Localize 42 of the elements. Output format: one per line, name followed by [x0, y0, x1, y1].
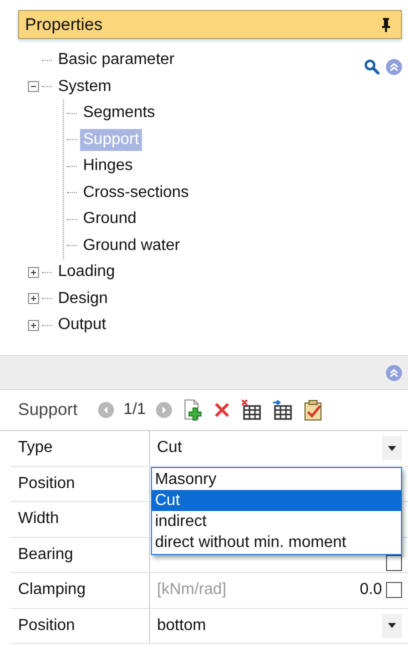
property-value: Cut: [157, 439, 183, 458]
tree-item[interactable]: Hinges: [80, 155, 136, 178]
dropdown-option[interactable]: Cut: [152, 490, 401, 511]
expander-icon[interactable]: [28, 320, 39, 331]
tree-item[interactable]: Output: [55, 314, 110, 336]
dropdown-option[interactable]: direct without min. moment: [152, 532, 401, 553]
tree-item[interactable]: Ground water: [80, 234, 183, 257]
expander-icon[interactable]: [28, 81, 39, 92]
record-counter: 1/1: [124, 401, 146, 419]
tree-item[interactable]: Ground: [80, 208, 140, 230]
property-value: 0.0: [360, 581, 382, 600]
tree-item[interactable]: Cross-sections: [80, 182, 192, 204]
add-document-icon[interactable]: [182, 399, 204, 421]
panel-title: Properties: [25, 14, 102, 34]
delete-icon[interactable]: [212, 401, 231, 419]
dropdown-option[interactable]: Masonry: [152, 469, 401, 490]
checkbox[interactable]: [386, 555, 402, 571]
property-label: Position: [10, 466, 150, 501]
tree-item[interactable]: Loading: [55, 261, 118, 284]
dropdown-option[interactable]: indirect: [152, 511, 401, 532]
search-icon[interactable]: [364, 59, 380, 75]
expander-icon[interactable]: [28, 293, 39, 304]
property-label: Type: [10, 431, 150, 466]
collapse-icon[interactable]: [386, 364, 402, 380]
table-import-icon[interactable]: [270, 399, 293, 421]
tree-item[interactable]: Segments: [80, 102, 158, 124]
checkbox[interactable]: [386, 582, 402, 598]
property-label: Clamping: [10, 573, 150, 608]
pin-icon[interactable]: [381, 18, 391, 32]
clipboard-check-icon[interactable]: [302, 399, 324, 421]
property-label: Position: [10, 608, 150, 643]
unit-label: [kNm/rad]: [157, 581, 226, 600]
collapse-icon[interactable]: [386, 59, 402, 75]
table-delete-icon[interactable]: [240, 399, 262, 421]
tree-item[interactable]: System: [55, 76, 114, 98]
expander-icon[interactable]: [28, 266, 39, 278]
editor-title: Support: [18, 400, 78, 420]
tree-item[interactable]: Design: [55, 288, 111, 310]
property-label: Width: [10, 502, 150, 536]
property-label: Bearing: [10, 538, 150, 572]
tree-item[interactable]: Basic parameter: [55, 49, 178, 72]
property-value: bottom: [157, 616, 207, 635]
